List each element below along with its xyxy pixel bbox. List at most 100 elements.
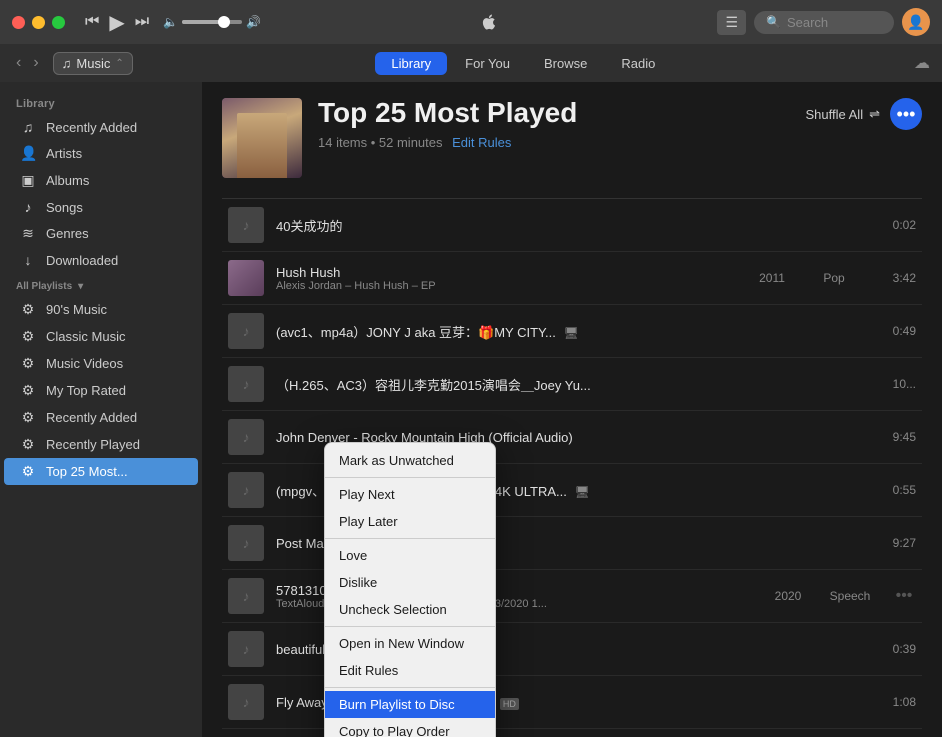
- track-more-button[interactable]: •••: [892, 587, 916, 605]
- ctx-separator: [325, 687, 495, 688]
- track-thumb: ♪: [228, 578, 264, 614]
- sidebar-item-genres-label: Genres: [46, 226, 89, 241]
- hd-badge: HD: [500, 698, 519, 710]
- albums-icon: ▣: [20, 172, 36, 189]
- sidebar-item-albums-label: Albums: [46, 173, 89, 188]
- genres-icon: ≋: [20, 225, 36, 242]
- sidebar-item-90s-music[interactable]: ⚙ 90's Music: [4, 296, 198, 323]
- track-duration: 10...: [876, 377, 916, 391]
- ctx-play-later[interactable]: Play Later: [325, 508, 495, 535]
- play-button[interactable]: ▶: [109, 10, 124, 35]
- content-area: Top 25 Most Played 14 items • 52 minutes…: [202, 82, 942, 737]
- sidebar-item-downloaded[interactable]: ↓ Downloaded: [4, 247, 198, 273]
- title-bar: ⏮ ▶ ⏭ 🔈 🔊 ☰ 🔍 Search 👤: [0, 0, 942, 44]
- ctx-uncheck[interactable]: Uncheck Selection: [325, 596, 495, 623]
- track-thumb: ♪: [228, 207, 264, 243]
- track-thumb: ♪: [228, 419, 264, 455]
- music-videos-icon: ⚙: [20, 355, 36, 372]
- sidebar-item-my-top-rated-label: My Top Rated: [46, 383, 126, 398]
- sidebar-item-recently-played[interactable]: ⚙ Recently Played: [4, 431, 198, 458]
- sidebar-item-recently-added-pl[interactable]: ⚙ Recently Added: [4, 404, 198, 431]
- sidebar-item-top25-label: Top 25 Most...: [46, 464, 128, 479]
- screen-icon: 🖥: [575, 485, 590, 499]
- track-duration: 0:55: [876, 483, 916, 497]
- shuffle-button[interactable]: Shuffle All ⇌: [806, 106, 881, 122]
- ctx-edit-rules[interactable]: Edit Rules: [325, 657, 495, 684]
- back-button[interactable]: ‹: [12, 52, 25, 74]
- track-duration: 0:02: [876, 218, 916, 232]
- library-section-label: Library: [0, 90, 202, 114]
- cover-image: [222, 98, 302, 178]
- track-row[interactable]: Hush Hush Alexis Jordan – Hush Hush – EP…: [222, 252, 922, 305]
- transport-controls: ⏮ ▶ ⏭: [85, 10, 149, 35]
- track-duration: 0:39: [876, 642, 916, 656]
- close-button[interactable]: [12, 16, 25, 29]
- track-genre: Pop: [804, 271, 864, 285]
- track-artist: Alexis Jordan – Hush Hush – EP: [276, 280, 740, 292]
- playlist-info: Top 25 Most Played 14 items • 52 minutes…: [318, 98, 790, 150]
- minimize-button[interactable]: [32, 16, 45, 29]
- sidebar-item-recently-added-pl-label: Recently Added: [46, 410, 137, 425]
- prev-button[interactable]: ⏮: [85, 13, 99, 31]
- track-year: 2011: [752, 271, 792, 285]
- ctx-open-new-window[interactable]: Open in New Window: [325, 630, 495, 657]
- sidebar: Library ♫ Recently Added 👤 Artists ▣ Alb…: [0, 82, 202, 737]
- ctx-play-next[interactable]: Play Next: [325, 481, 495, 508]
- search-placeholder: Search: [787, 15, 828, 30]
- sidebar-item-classic-music[interactable]: ⚙ Classic Music: [4, 323, 198, 350]
- source-selector[interactable]: ♫ Music ⌃: [53, 52, 133, 75]
- sidebar-item-albums[interactable]: ▣ Albums: [4, 167, 198, 194]
- track-year: 2020: [768, 589, 808, 603]
- downloaded-icon: ↓: [20, 252, 36, 268]
- playlists-header[interactable]: All Playlists ▾: [0, 273, 202, 296]
- track-name: (avc1、mp4a）JONY J aka 豆芽：🎁MY CITY... 🖥: [276, 322, 864, 341]
- next-button[interactable]: ⏭: [135, 13, 149, 31]
- sidebar-item-artists[interactable]: 👤 Artists: [4, 140, 198, 167]
- track-name: （H.265、AC3）容祖儿李克勤2015演唱会＿Joey Yu...: [276, 375, 864, 394]
- search-box[interactable]: 🔍 Search: [754, 11, 894, 34]
- ctx-copy-play-order[interactable]: Copy to Play Order: [325, 718, 495, 737]
- track-thumb: ♪: [228, 366, 264, 402]
- track-duration: 3:42: [876, 271, 916, 285]
- track-row[interactable]: ♪ 40关成功的 0:02: [222, 199, 922, 252]
- sidebar-item-top25[interactable]: ⚙ Top 25 Most...: [4, 458, 198, 485]
- volume-track[interactable]: [182, 20, 242, 24]
- ctx-love[interactable]: Love: [325, 542, 495, 569]
- forward-button[interactable]: ›: [29, 52, 42, 74]
- recently-played-icon: ⚙: [20, 436, 36, 453]
- ctx-burn-playlist[interactable]: Burn Playlist to Disc: [325, 691, 495, 718]
- sidebar-item-genres[interactable]: ≋ Genres: [4, 220, 198, 247]
- ctx-separator: [325, 477, 495, 478]
- sidebar-item-my-top-rated[interactable]: ⚙ My Top Rated: [4, 377, 198, 404]
- tab-library[interactable]: Library: [375, 52, 447, 75]
- track-name: 40关成功的: [276, 216, 864, 235]
- tab-foryou[interactable]: For You: [449, 52, 526, 75]
- sidebar-item-recently-added[interactable]: ♫ Recently Added: [4, 114, 198, 140]
- tab-browse[interactable]: Browse: [528, 52, 603, 75]
- tab-radio[interactable]: Radio: [605, 52, 671, 75]
- ctx-dislike[interactable]: Dislike: [325, 569, 495, 596]
- track-row[interactable]: ♪ (avc1、mp4a）JONY J aka 豆芽：🎁MY CITY... 🖥…: [222, 305, 922, 358]
- profile-button[interactable]: 👤: [902, 8, 930, 36]
- ctx-mark-unwatched[interactable]: Mark as Unwatched: [325, 447, 495, 474]
- apple-logo: [269, 13, 709, 31]
- sidebar-item-recently-played-label: Recently Played: [46, 437, 140, 452]
- sidebar-item-songs[interactable]: ♪ Songs: [4, 194, 198, 220]
- list-view-button[interactable]: ☰: [717, 10, 746, 35]
- recently-added-pl-icon: ⚙: [20, 409, 36, 426]
- track-duration: 0:49: [876, 324, 916, 338]
- playlist-title: Top 25 Most Played: [318, 98, 790, 129]
- screen-icon: 🖥: [564, 326, 579, 340]
- sidebar-item-music-videos[interactable]: ⚙ Music Videos: [4, 350, 198, 377]
- edit-rules-link[interactable]: Edit Rules: [452, 135, 511, 150]
- search-area: ☰ 🔍 Search 👤: [717, 8, 930, 36]
- cloud-icon: ☁: [914, 53, 930, 73]
- ctx-separator: [325, 626, 495, 627]
- track-row[interactable]: ♪ （H.265、AC3）容祖儿李克勤2015演唱会＿Joey Yu... 10…: [222, 358, 922, 411]
- playlist-meta: 14 items • 52 minutes Edit Rules: [318, 135, 790, 150]
- track-info: Hush Hush Alexis Jordan – Hush Hush – EP: [276, 265, 740, 292]
- maximize-button[interactable]: [52, 16, 65, 29]
- sidebar-item-downloaded-label: Downloaded: [46, 253, 118, 268]
- volume-slider[interactable]: 🔈 🔊: [163, 15, 261, 29]
- more-button[interactable]: •••: [890, 98, 922, 130]
